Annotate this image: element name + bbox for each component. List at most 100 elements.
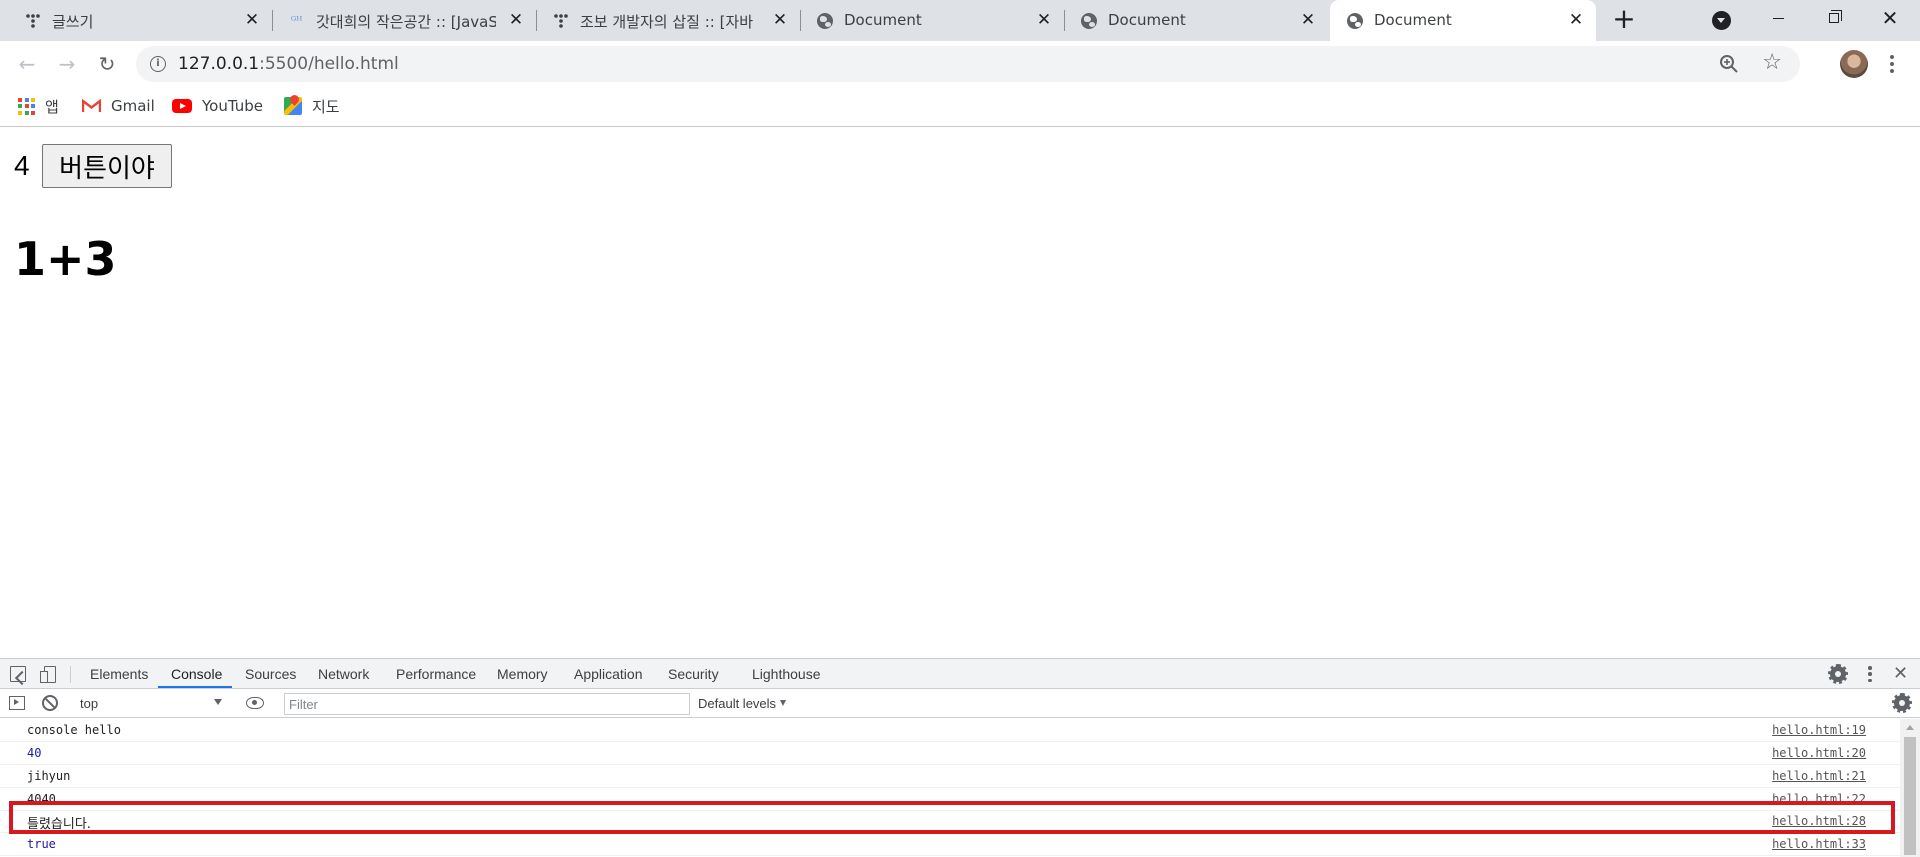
devtools-tab-security[interactable]: Security	[668, 666, 719, 682]
info-icon[interactable]: i	[150, 56, 166, 72]
page-heading: 1+3	[14, 232, 117, 286]
dropdown-arrow-icon	[214, 699, 222, 705]
console-message: jihyun	[27, 769, 71, 783]
tab-search-icon[interactable]	[1712, 11, 1731, 30]
source-link[interactable]: hello.html:20	[1772, 746, 1866, 760]
devtools-tab-application[interactable]: Application	[574, 666, 643, 682]
inspect-element-icon[interactable]	[10, 666, 26, 682]
browser-menu-button[interactable]	[1880, 52, 1904, 76]
console-filter-input[interactable]	[284, 693, 690, 715]
globe-icon	[1080, 12, 1097, 29]
minimize-icon	[1772, 17, 1784, 19]
devtools-tab-sources[interactable]: Sources	[245, 666, 296, 682]
minimize-button[interactable]	[1750, 0, 1806, 36]
tab-strip: 글쓰기 ✕ ᴳᴴ 갓대희의 작은공간 :: [JavaS ✕ 조보 개발자의 삽…	[0, 0, 1920, 41]
devtools-tab-console[interactable]: Console	[171, 666, 222, 682]
restore-button[interactable]	[1806, 0, 1862, 36]
close-window-button[interactable]: ✕	[1862, 0, 1918, 36]
tab-title: 조보 개발자의 삽질 :: [자바	[580, 13, 754, 31]
bookmark-gmail[interactable]: Gmail	[81, 93, 155, 119]
tab-title: Document	[1374, 11, 1452, 29]
bookmark-label: YouTube	[202, 97, 263, 115]
close-icon[interactable]: ✕	[1034, 10, 1054, 30]
scroll-up-icon[interactable]	[1906, 725, 1914, 730]
bookmark-maps[interactable]: 지도	[284, 93, 340, 119]
url-path: :5500/hello.html	[259, 54, 399, 74]
show-sidebar-icon[interactable]	[9, 696, 25, 710]
console-message: 4040	[27, 792, 56, 806]
close-icon[interactable]: ✕	[770, 10, 790, 30]
source-link[interactable]: hello.html:22	[1772, 792, 1866, 806]
globe-icon	[1346, 12, 1363, 29]
devtools-tab-memory[interactable]: Memory	[497, 666, 548, 682]
console-message: true	[27, 837, 56, 851]
address-bar[interactable]: i 127.0.0.1:5500/hello.html ☆	[136, 46, 1800, 82]
devtools-tab-performance[interactable]: Performance	[396, 666, 476, 682]
tistory-icon	[24, 12, 41, 29]
browser-toolbar: ← → ↻ i 127.0.0.1:5500/hello.html ☆	[0, 41, 1920, 87]
maps-icon	[284, 97, 302, 115]
forward-button[interactable]: →	[51, 48, 83, 80]
source-link[interactable]: hello.html:28	[1772, 814, 1866, 828]
close-icon[interactable]: ✕	[1566, 10, 1586, 30]
browser-tab[interactable]: Document ✕	[800, 0, 1065, 41]
divider	[70, 666, 71, 683]
log-levels-dropdown[interactable]: Default levels	[698, 696, 787, 711]
dropdown-arrow-icon	[780, 700, 787, 706]
clear-console-icon[interactable]	[42, 695, 58, 711]
console-scrollbar[interactable]	[1900, 719, 1920, 857]
reload-button[interactable]: ↻	[91, 48, 123, 80]
close-devtools-icon[interactable]: ✕	[1893, 665, 1908, 683]
context-selector[interactable]: top	[74, 693, 226, 714]
console-row: 40 hello.html:20	[0, 742, 1900, 765]
source-link[interactable]: hello.html:21	[1772, 769, 1866, 783]
scroll-thumb[interactable]	[1904, 737, 1916, 855]
url-host: 127.0.0.1	[178, 54, 260, 74]
source-link[interactable]: hello.html:33	[1772, 837, 1866, 851]
tistory-icon	[552, 12, 569, 29]
url-text[interactable]: 127.0.0.1:5500/hello.html	[178, 54, 399, 74]
console-row: jihyun hello.html:21	[0, 765, 1900, 788]
close-icon[interactable]: ✕	[506, 10, 526, 30]
new-tab-button[interactable]: +	[1610, 5, 1638, 34]
devtools-tab-elements[interactable]: Elements	[90, 666, 148, 682]
close-icon[interactable]: ✕	[1298, 10, 1318, 30]
console-message: 틀렸습니다.	[27, 817, 91, 832]
bookmark-label: 지도	[312, 97, 340, 116]
star-icon[interactable]: ☆	[1762, 50, 1782, 75]
browser-tab-active[interactable]: Document ✕	[1330, 0, 1596, 41]
blog-icon: ᴳᴴ	[290, 14, 303, 27]
settings-gear-icon[interactable]	[1828, 664, 1848, 684]
console-row: 틀렸습니다. hello.html:28	[0, 810, 1900, 833]
device-toolbar-icon[interactable]	[40, 666, 56, 683]
globe-icon	[816, 12, 833, 29]
back-button[interactable]: ←	[11, 48, 43, 80]
close-icon[interactable]: ✕	[242, 10, 262, 30]
console-message: 40	[27, 746, 42, 760]
zoom-icon[interactable]	[1718, 53, 1740, 75]
more-options-icon[interactable]	[1868, 666, 1872, 682]
devtools-tabbar: Elements Console Sources Network Perform…	[0, 659, 1920, 689]
bookmark-youtube[interactable]: YouTube	[172, 93, 263, 119]
live-expression-eye-icon[interactable]	[246, 697, 264, 709]
browser-tab[interactable]: Document ✕	[1064, 0, 1328, 41]
bookmark-apps[interactable]: 앱	[18, 93, 59, 119]
console-row: 4040 hello.html:22	[0, 788, 1900, 811]
restore-icon	[1829, 10, 1842, 23]
active-tab-indicator	[158, 686, 232, 688]
source-link[interactable]: hello.html:19	[1772, 723, 1866, 737]
browser-tab[interactable]: 글쓰기 ✕	[8, 0, 273, 41]
youtube-icon	[172, 99, 192, 113]
close-icon: ✕	[1881, 6, 1899, 30]
console-settings-gear-icon[interactable]	[1892, 693, 1912, 713]
context-value: top	[80, 696, 99, 711]
avatar[interactable]	[1840, 50, 1868, 78]
browser-tab[interactable]: ᴳᴴ 갓대희의 작은공간 :: [JavaS ✕	[272, 0, 537, 41]
gmail-icon	[81, 98, 102, 113]
tab-title: 글쓰기	[52, 13, 94, 31]
devtools-tab-network[interactable]: Network	[318, 666, 369, 682]
browser-tab[interactable]: 조보 개발자의 삽질 :: [자바 ✕	[536, 0, 801, 41]
page-button[interactable]: 버튼이야	[42, 144, 172, 188]
devtools-tab-lighthouse[interactable]: Lighthouse	[752, 666, 821, 682]
tab-title: 갓대희의 작은공간 :: [JavaS	[316, 13, 496, 31]
